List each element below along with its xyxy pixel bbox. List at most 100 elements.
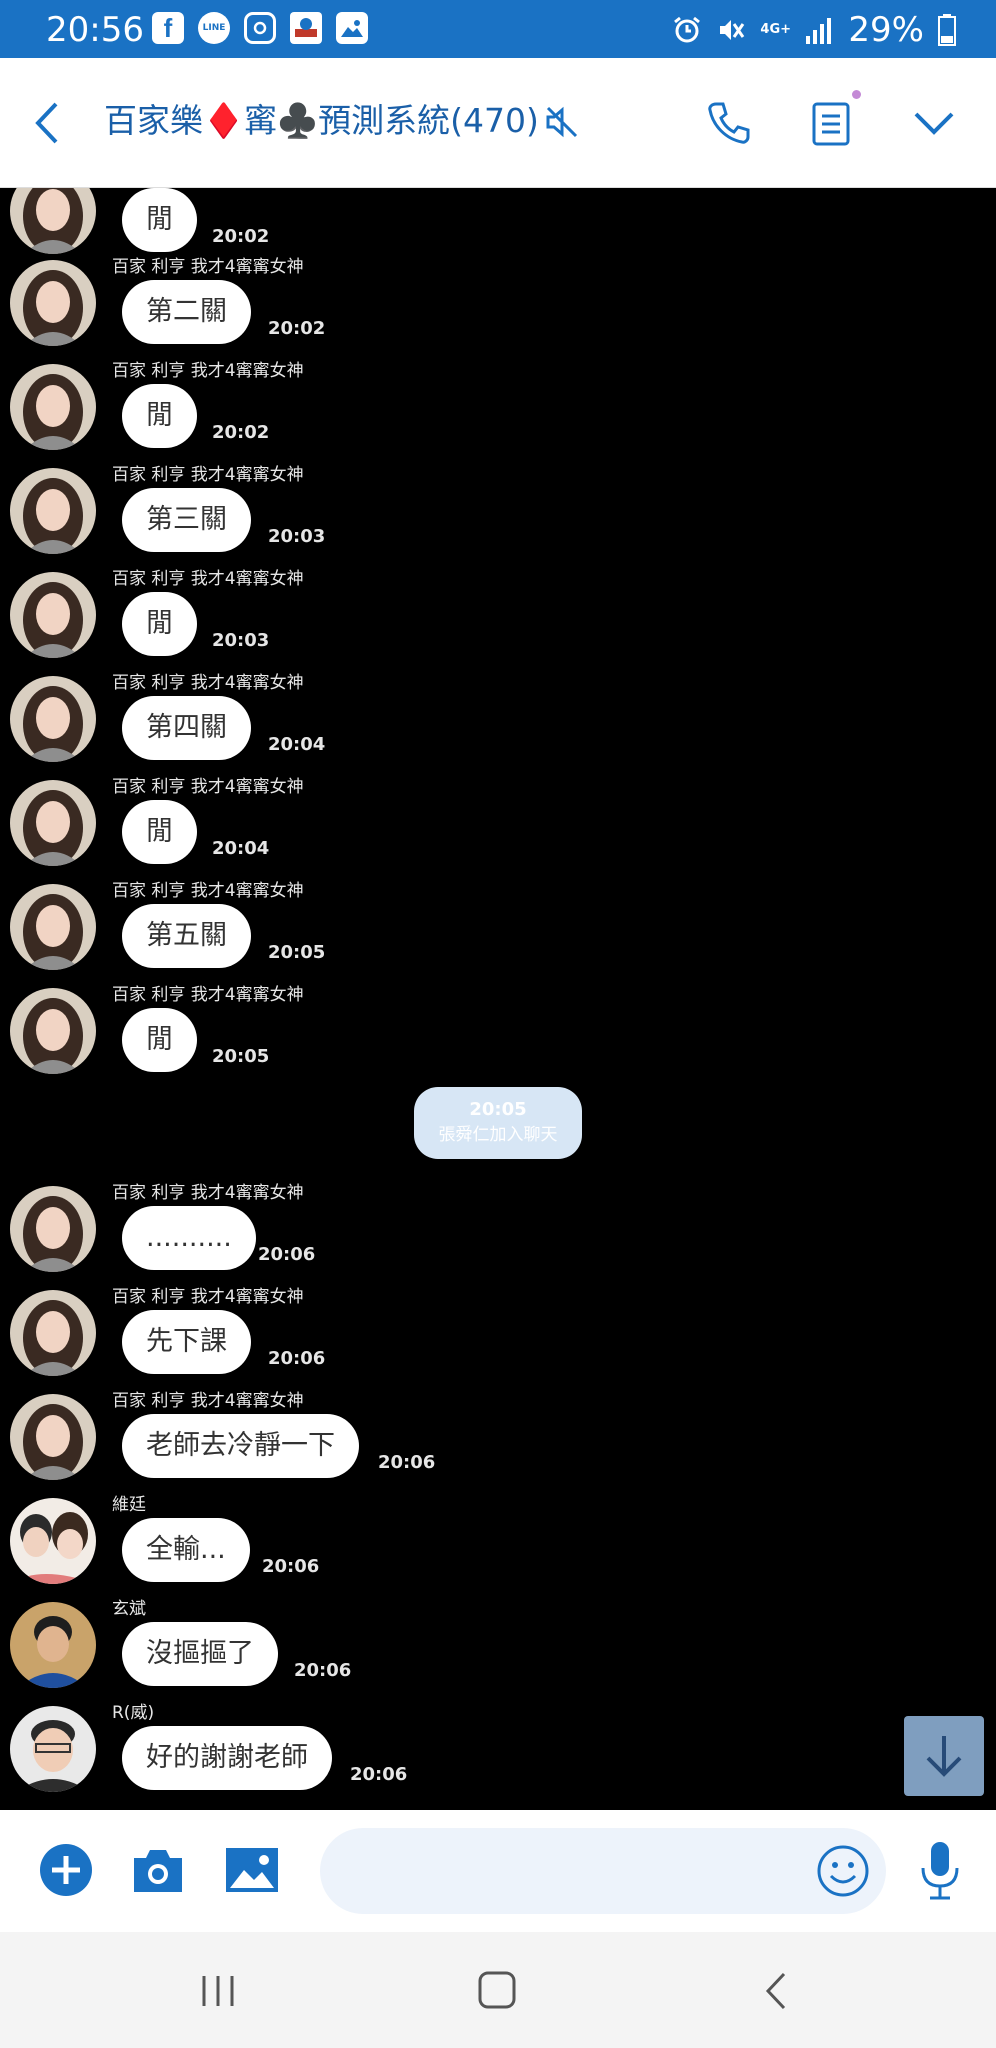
chat-header: 百家樂♦️寗♣️預測系統(470)	[0, 58, 996, 188]
sender-name: 百家 利亨 我才4寗寗女神	[112, 1391, 304, 1411]
sender-name: 百家 利亨 我才4寗寗女神	[112, 257, 304, 277]
sender-name: 百家 利亨 我才4寗寗女神	[112, 985, 304, 1005]
message-bubble[interactable]: 第二關	[122, 280, 251, 344]
scroll-to-bottom-button[interactable]	[904, 1716, 984, 1796]
chat-message: 百家 利亨 我才4寗寗女神 先下課 20:06	[0, 1286, 996, 1390]
sender-name: 玄斌	[112, 1599, 146, 1619]
message-bubble[interactable]: 好的謝謝老師	[122, 1726, 332, 1790]
back-button[interactable]	[30, 98, 70, 148]
app-icon	[290, 12, 322, 44]
phone-icon	[708, 102, 750, 144]
sender-name: 百家 利亨 我才4寗寗女神	[112, 881, 304, 901]
message-bubble[interactable]: 老師去冷靜一下	[122, 1414, 359, 1478]
sender-name: 百家 利亨 我才4寗寗女神	[112, 777, 304, 797]
message-time: 20:03	[268, 526, 326, 547]
chat-message: 百家 利亨 我才4寗寗女神 .......... 20:06	[0, 1182, 996, 1286]
sender-name: 百家 利亨 我才4寗寗女神	[112, 1287, 304, 1307]
avatar[interactable]	[10, 1394, 96, 1480]
alarm-icon	[674, 16, 701, 43]
chat-message: 百家 利亨 我才4寗寗女神 閒 20:04	[0, 776, 996, 880]
message-bubble[interactable]: 閒	[122, 188, 197, 252]
message-bubble[interactable]: 全輸...	[122, 1518, 250, 1582]
message-bubble[interactable]: 閒	[122, 592, 197, 656]
message-input[interactable]	[320, 1828, 886, 1914]
message-bubble[interactable]: 第五關	[122, 904, 251, 968]
message-list[interactable]: 閒 20:02 百家 利亨 我才4寗寗女神 第二關 20:02 百家 利亨 我才…	[0, 188, 996, 1810]
avatar[interactable]	[10, 188, 96, 254]
network-type: 4G+	[760, 22, 792, 37]
sender-name: R(威)	[112, 1703, 155, 1723]
avatar[interactable]	[10, 572, 96, 658]
avatar[interactable]	[10, 1602, 96, 1688]
system-message-time: 20:05	[469, 1099, 527, 1120]
message-time: 20:06	[262, 1556, 320, 1577]
message-time: 20:05	[268, 942, 326, 963]
sender-name: 百家 利亨 我才4寗寗女神	[112, 673, 304, 693]
emoji-icon	[817, 1845, 869, 1897]
call-button[interactable]	[706, 100, 752, 146]
battery-icon	[938, 14, 956, 46]
status-bar: 20:56 f LINE 4G+ 29%	[0, 0, 996, 58]
sender-name: 百家 利亨 我才4寗寗女神	[112, 569, 304, 589]
avatar[interactable]	[10, 260, 96, 346]
sender-name: 百家 利亨 我才4寗寗女神	[112, 465, 304, 485]
message-time: 20:02	[268, 318, 326, 339]
vibrate-mute-icon	[720, 20, 745, 40]
avatar[interactable]	[10, 468, 96, 554]
message-bubble[interactable]: 第四關	[122, 696, 251, 760]
avatar[interactable]	[10, 884, 96, 970]
system-message-text: 張舜仁加入聊天	[438, 1125, 558, 1145]
notes-icon	[812, 102, 850, 146]
avatar[interactable]	[10, 1706, 96, 1792]
message-time: 20:04	[268, 734, 326, 755]
notification-dot	[852, 90, 861, 99]
chat-message: 百家 利亨 我才4寗寗女神 第三關 20:03	[0, 464, 996, 568]
message-bubble[interactable]: 沒摳摳了	[122, 1622, 278, 1686]
back-nav-button[interactable]	[752, 1970, 802, 2012]
message-bubble[interactable]: 閒	[122, 1008, 197, 1072]
gallery-button[interactable]	[224, 1842, 280, 1898]
message-bubble[interactable]: 閒	[122, 800, 197, 864]
emoji-button[interactable]	[816, 1844, 870, 1898]
home-button[interactable]	[472, 1970, 522, 2012]
recent-apps-button[interactable]	[194, 1970, 244, 2012]
notes-button[interactable]	[810, 100, 854, 148]
message-time: 20:06	[378, 1452, 436, 1473]
expand-button[interactable]	[912, 108, 956, 138]
message-time: 20:05	[212, 1046, 270, 1067]
message-time: 20:02	[212, 422, 270, 443]
plus-circle-icon	[40, 1844, 92, 1896]
mute-icon	[544, 104, 580, 140]
gallery-icon	[336, 12, 368, 44]
message-bubble[interactable]: 第三關	[122, 488, 251, 552]
voice-button[interactable]	[918, 1840, 962, 1902]
avatar[interactable]	[10, 676, 96, 762]
microphone-icon	[921, 1842, 959, 1900]
message-bubble[interactable]: 先下課	[122, 1310, 251, 1374]
image-icon	[226, 1848, 278, 1892]
avatar[interactable]	[10, 364, 96, 450]
chat-title[interactable]: 百家樂♦️寗♣️預測系統(470)	[104, 96, 539, 146]
sender-name: 維廷	[112, 1495, 146, 1515]
chat-message: 維廷 全輸... 20:06	[0, 1494, 996, 1598]
camera-icon	[134, 1850, 182, 1892]
message-time: 20:06	[294, 1660, 352, 1681]
camera-button[interactable]	[130, 1842, 186, 1898]
message-bubble[interactable]: ..........	[122, 1206, 256, 1270]
message-bubble[interactable]: 閒	[122, 384, 197, 448]
avatar[interactable]	[10, 780, 96, 866]
chat-message: 百家 利亨 我才4寗寗女神 第二關 20:02	[0, 256, 996, 360]
message-time: 20:06	[268, 1348, 326, 1369]
message-time: 20:06	[350, 1764, 408, 1785]
avatar[interactable]	[10, 1290, 96, 1376]
message-time: 20:03	[212, 630, 270, 651]
line-icon: LINE	[198, 12, 230, 44]
message-time: 20:02	[212, 226, 270, 247]
avatar[interactable]	[10, 1498, 96, 1584]
avatar[interactable]	[10, 1186, 96, 1272]
chat-message: 百家 利亨 我才4寗寗女神 第五關 20:05	[0, 880, 996, 984]
signal-icon	[806, 18, 832, 44]
avatar[interactable]	[10, 988, 96, 1074]
status-time: 20:56	[46, 10, 144, 50]
add-button[interactable]	[38, 1842, 94, 1898]
